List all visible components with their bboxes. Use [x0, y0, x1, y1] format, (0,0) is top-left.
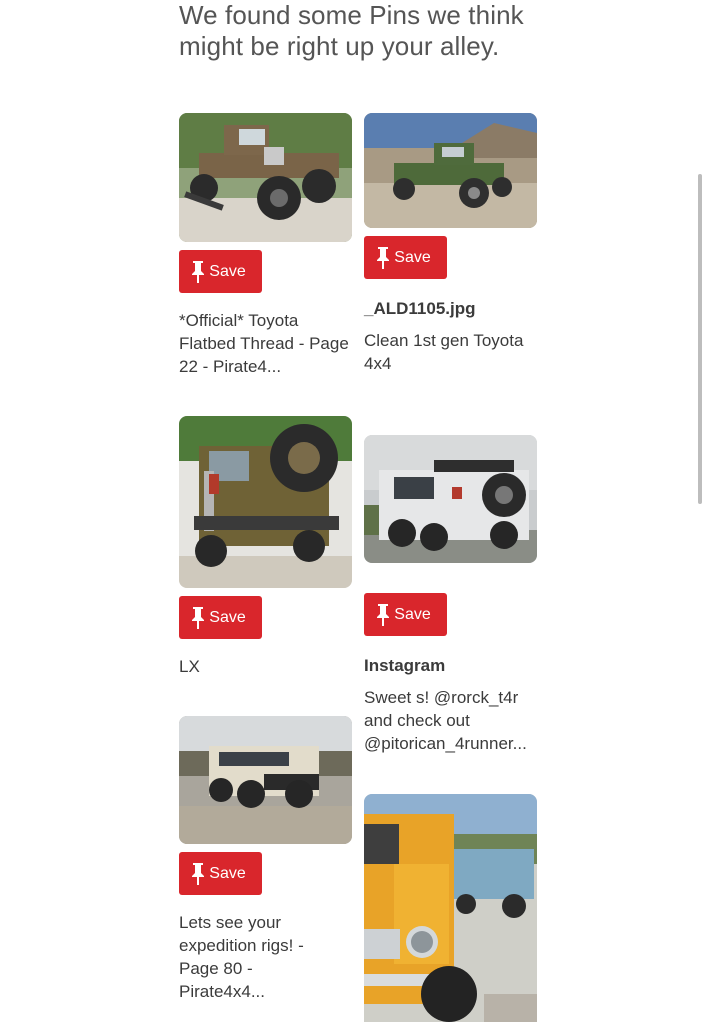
save-label: Save: [394, 248, 431, 266]
pushpin-icon: [191, 260, 205, 283]
pin-description: Clean 1st gen Toyota 4x4: [364, 331, 524, 373]
pin-image-land-cruiser[interactable]: [179, 716, 352, 844]
pin-image-spare-tire-carrier[interactable]: [179, 416, 352, 588]
page-headline: We found some Pins we think might be rig…: [179, 0, 599, 62]
pushpin-icon: [191, 606, 205, 629]
save-button[interactable]: Save: [364, 236, 447, 279]
pin-title: Instagram: [364, 656, 446, 675]
save-button[interactable]: Save: [179, 250, 262, 293]
pushpin-icon: [191, 862, 205, 885]
save-label: Save: [209, 864, 246, 882]
pushpin-icon: [376, 603, 390, 626]
pin-image-green-pickup[interactable]: [364, 113, 537, 228]
pushpin-icon: [376, 246, 390, 269]
save-label: Save: [209, 262, 246, 280]
headline-line-2: might be right up your alley.: [179, 31, 500, 61]
headline-line-1: We found some Pins we think: [179, 0, 524, 30]
pin-description: Lets see your expedition rigs! - Page 80…: [179, 913, 304, 1001]
save-label: Save: [394, 605, 431, 623]
pin-description: *Official* Toyota Flatbed Thread - Page …: [179, 311, 349, 376]
save-button[interactable]: Save: [364, 593, 447, 636]
pin-image-white-4runner[interactable]: [364, 435, 537, 563]
pin-description: LX: [179, 657, 200, 676]
save-label: Save: [209, 608, 246, 626]
pin-image-yellow-fj40[interactable]: [364, 794, 537, 1022]
scrollbar[interactable]: [698, 174, 702, 504]
save-button[interactable]: Save: [179, 852, 262, 895]
pin-description: Sweet s! @rorck_t4r and check out @pitor…: [364, 688, 527, 753]
pin-title: _ALD1105.jpg: [364, 299, 476, 318]
save-button[interactable]: Save: [179, 596, 262, 639]
pin-image-flatbed-truck[interactable]: [179, 113, 352, 242]
